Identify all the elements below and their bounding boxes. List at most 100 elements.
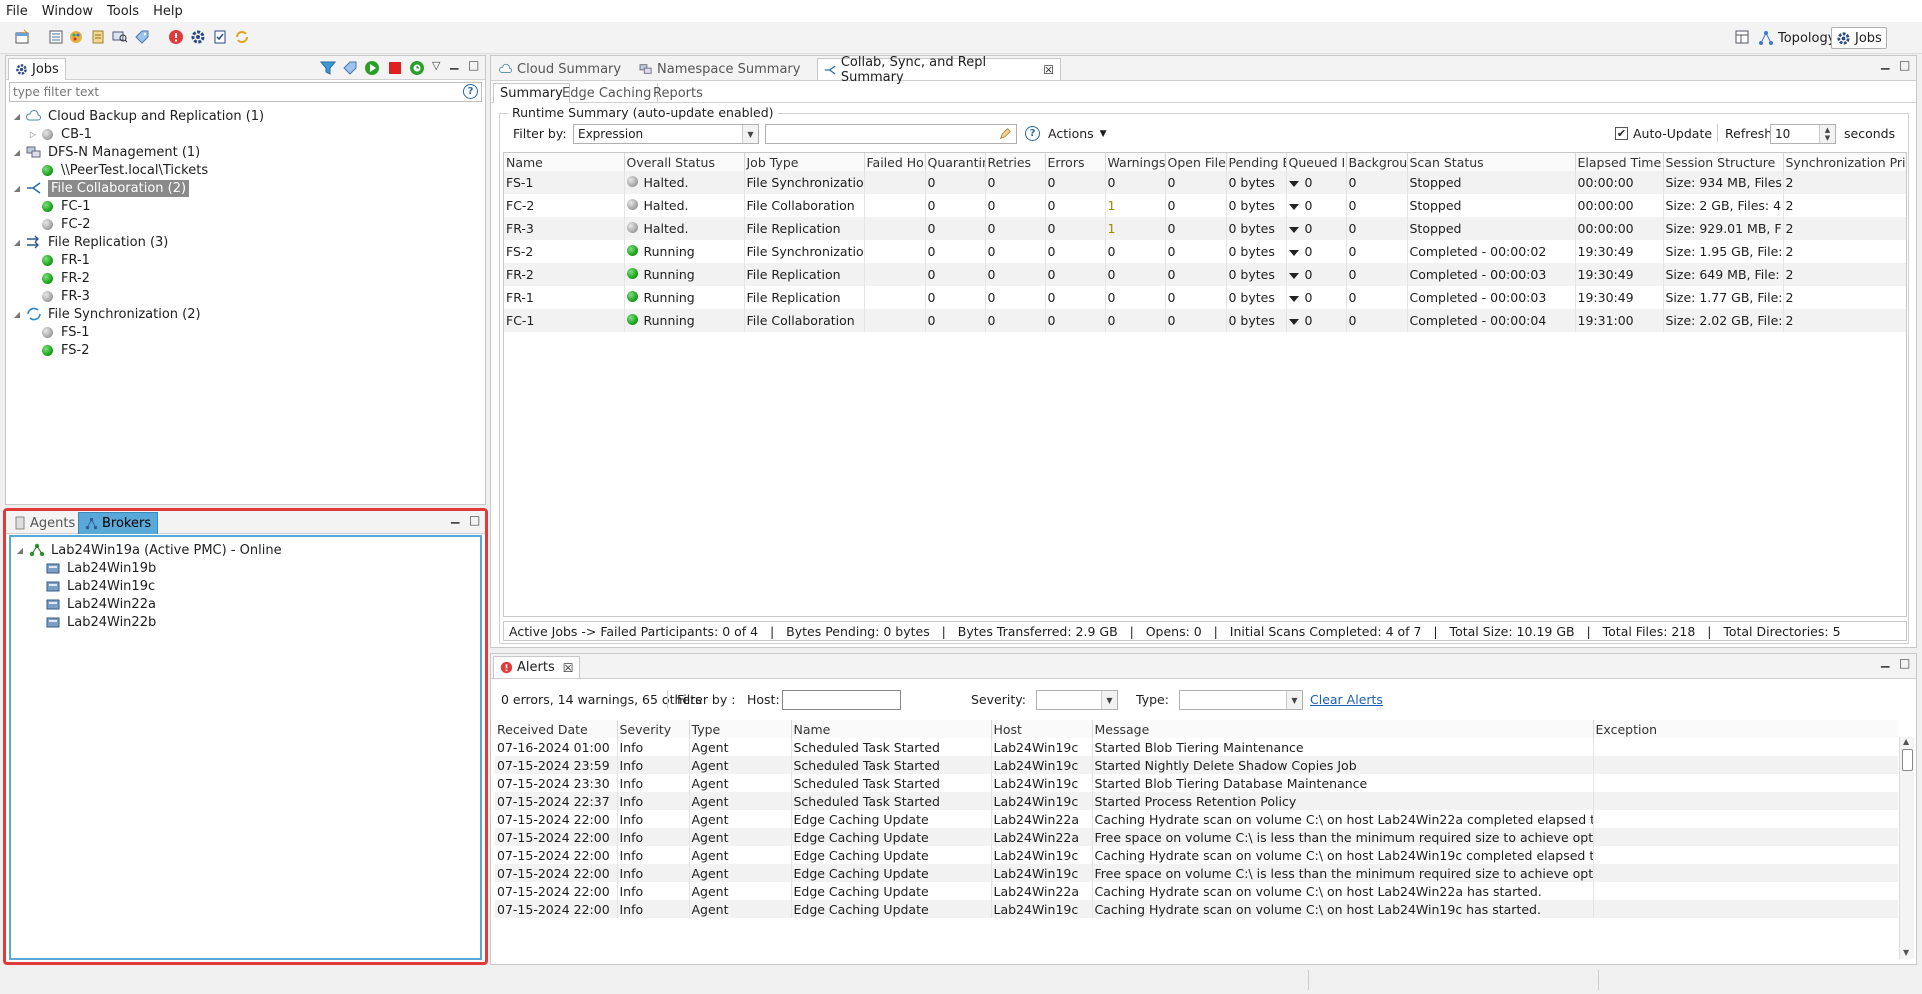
- reports-icon[interactable]: [90, 29, 106, 45]
- subtab-edge-caching[interactable]: Edge Caching: [556, 83, 659, 103]
- maximize-icon[interactable]: □: [468, 58, 479, 72]
- menu-help[interactable]: Help: [153, 4, 183, 19]
- alert-row[interactable]: 07-15-2024 22:00 Info Agent Edge Caching Up…: [495, 846, 1898, 864]
- tree-job-fs-2[interactable]: FS-2: [42, 339, 89, 361]
- tab-namespace-summary[interactable]: Namespace Summary: [633, 58, 806, 80]
- col-errors[interactable]: Errors: [1045, 153, 1106, 171]
- perspective-jobs[interactable]: Jobs: [1831, 27, 1887, 49]
- collapse-icon[interactable]: ◢: [12, 184, 22, 193]
- filter-by-select[interactable]: Expression ▼: [573, 124, 759, 144]
- close-icon[interactable]: ☒: [1043, 63, 1054, 77]
- palette-icon[interactable]: [68, 29, 84, 45]
- tree-group-file-collaboration[interactable]: ◢ File Collaboration (2): [12, 177, 190, 199]
- broker-item[interactable]: Lab24Win22b: [45, 611, 156, 633]
- tab-alerts[interactable]: Alerts ☒: [493, 656, 581, 678]
- col-job-type[interactable]: Job Type: [744, 153, 865, 171]
- col-queued[interactable]: Queued I: [1286, 153, 1347, 171]
- stop-icon[interactable]: [387, 60, 403, 76]
- search-monitor-icon[interactable]: [112, 29, 128, 45]
- col-message[interactable]: Message: [1092, 720, 1594, 738]
- help-icon[interactable]: ?: [463, 84, 478, 99]
- gear-icon[interactable]: [190, 29, 206, 45]
- table-row[interactable]: FR-3 Halted. File Replication 0 0 0 1 0 0 bytes 0…: [504, 217, 1906, 240]
- jobs-filter-input[interactable]: [9, 82, 482, 102]
- host-filter-input[interactable]: [782, 690, 901, 710]
- col-alert-name[interactable]: Name: [791, 720, 992, 738]
- col-open-files[interactable]: Open File: [1165, 153, 1227, 171]
- alerts-scrollbar[interactable]: ▲ ▼: [1899, 737, 1914, 959]
- table-row[interactable]: FS-2 Running File Synchronizatio 0 0 0 0 0 0 byt…: [504, 240, 1906, 263]
- table-row[interactable]: FR-1 Running File Replication 0 0 0 0 0 0 bytes 0…: [504, 286, 1906, 309]
- tab-cloud-summary[interactable]: Cloud Summary: [493, 58, 627, 80]
- col-warnings[interactable]: Warnings: [1105, 153, 1166, 171]
- alert-row[interactable]: 07-15-2024 23:59 Info Agent Scheduled Task …: [495, 756, 1898, 774]
- alert-row[interactable]: 07-15-2024 22:37 Info Agent Scheduled Task …: [495, 792, 1898, 810]
- col-received-date[interactable]: Received Date: [495, 720, 618, 738]
- col-retries[interactable]: Retries: [985, 153, 1046, 171]
- help-icon[interactable]: ?: [1025, 126, 1040, 141]
- checklist-icon[interactable]: [212, 29, 228, 45]
- col-failed-hosts[interactable]: Failed Ho: [864, 153, 926, 171]
- table-row[interactable]: FC-1 Running File Collaboration 0 0 0 0 0 0 byte…: [504, 309, 1906, 332]
- alert-row[interactable]: 07-15-2024 22:00 Info Agent Edge Caching Up…: [495, 900, 1898, 918]
- table-row[interactable]: FS-1 Halted. File Synchronizatio 0 0 0 0 0 0 byt…: [504, 171, 1906, 194]
- tab-collab-sync-repl-summary[interactable]: Collab, Sync, and Repl Summary ☒: [817, 55, 1061, 85]
- menu-window[interactable]: Window: [42, 4, 93, 19]
- minimize-icon[interactable]: ▁: [450, 57, 458, 70]
- scrollbar-thumb[interactable]: [1902, 749, 1913, 771]
- col-scan-status[interactable]: Scan Status: [1407, 153, 1576, 171]
- table-row[interactable]: FC-2 Halted. File Collaboration 0 0 0 1 0 0 byte…: [504, 194, 1906, 217]
- col-sync-priority[interactable]: Synchronization Pri: [1783, 153, 1906, 171]
- col-exception[interactable]: Exception: [1593, 720, 1898, 738]
- brokers-minimize-icon[interactable]: ▁: [451, 511, 459, 524]
- alert-row[interactable]: 07-15-2024 22:00 Info Agent Edge Caching Up…: [495, 828, 1898, 846]
- severity-select[interactable]: ▼: [1036, 690, 1118, 710]
- edit-expression-icon[interactable]: [998, 127, 1012, 141]
- col-background[interactable]: Backgrou: [1346, 153, 1408, 171]
- col-host[interactable]: Host: [991, 720, 1093, 738]
- menu-file[interactable]: File: [6, 4, 28, 19]
- collapse-icon[interactable]: ◢: [15, 546, 25, 555]
- editor-maximize-icon[interactable]: □: [1899, 58, 1910, 72]
- perspective-topology[interactable]: Topology: [1754, 27, 1839, 49]
- close-icon[interactable]: ☒: [563, 661, 574, 675]
- type-select[interactable]: ▼: [1179, 690, 1303, 710]
- col-type[interactable]: Type: [689, 720, 792, 738]
- collapse-icon[interactable]: ◢: [12, 310, 22, 319]
- subtab-reports[interactable]: Reports: [647, 83, 709, 103]
- auto-update-checkbox[interactable]: ✔: [1615, 127, 1628, 140]
- new-window-icon[interactable]: [14, 29, 30, 45]
- col-severity[interactable]: Severity: [617, 720, 690, 738]
- filter-icon[interactable]: [320, 60, 336, 76]
- table-row[interactable]: FR-2 Running File Replication 0 0 0 0 0 0 bytes 0…: [504, 263, 1906, 286]
- menu-tools[interactable]: Tools: [107, 4, 139, 19]
- alert-row[interactable]: 07-15-2024 23:30 Info Agent Scheduled Task …: [495, 774, 1898, 792]
- run-scheduled-icon[interactable]: [409, 60, 425, 76]
- alerts-minimize-icon[interactable]: ▁: [1881, 655, 1889, 668]
- expand-icon[interactable]: ▷: [28, 130, 38, 139]
- tab-brokers[interactable]: Brokers: [78, 512, 159, 534]
- col-pending-bytes[interactable]: Pending B: [1226, 153, 1287, 171]
- layout-icon[interactable]: [1734, 29, 1750, 45]
- refresh-spinner[interactable]: 10 ▲ ▼: [1770, 124, 1836, 144]
- col-overall-status[interactable]: Overall Status: [624, 153, 745, 171]
- list-view-icon[interactable]: [48, 29, 64, 45]
- brokers-maximize-icon[interactable]: □: [469, 513, 480, 527]
- start-icon[interactable]: [364, 60, 380, 76]
- alert-row[interactable]: 07-15-2024 22:00 Info Agent Edge Caching Up…: [495, 864, 1898, 882]
- spinner-arrows-icon[interactable]: ▲ ▼: [1819, 125, 1835, 143]
- tag-filter-icon[interactable]: [342, 60, 358, 76]
- tab-jobs[interactable]: Jobs: [8, 58, 66, 80]
- actions-dropdown[interactable]: Actions ▼: [1048, 126, 1107, 141]
- tree-group-file-replication[interactable]: ◢ File Replication (3): [12, 231, 168, 253]
- scroll-down-icon[interactable]: ▼: [1903, 948, 1909, 957]
- collapse-icon[interactable]: ◢: [12, 112, 22, 121]
- tab-agents[interactable]: Agents: [8, 512, 81, 534]
- scroll-up-icon[interactable]: ▲: [1903, 737, 1909, 746]
- alert-row[interactable]: 07-15-2024 22:00 Info Agent Edge Caching Up…: [495, 810, 1898, 828]
- alert-row[interactable]: 07-15-2024 22:00 Info Agent Edge Caching Up…: [495, 882, 1898, 900]
- tree-group-file-synchronization[interactable]: ◢ File Synchronization (2): [12, 303, 201, 325]
- alerts-maximize-icon[interactable]: □: [1899, 656, 1910, 670]
- alert-icon[interactable]: [168, 29, 184, 45]
- tag-icon[interactable]: [134, 29, 150, 45]
